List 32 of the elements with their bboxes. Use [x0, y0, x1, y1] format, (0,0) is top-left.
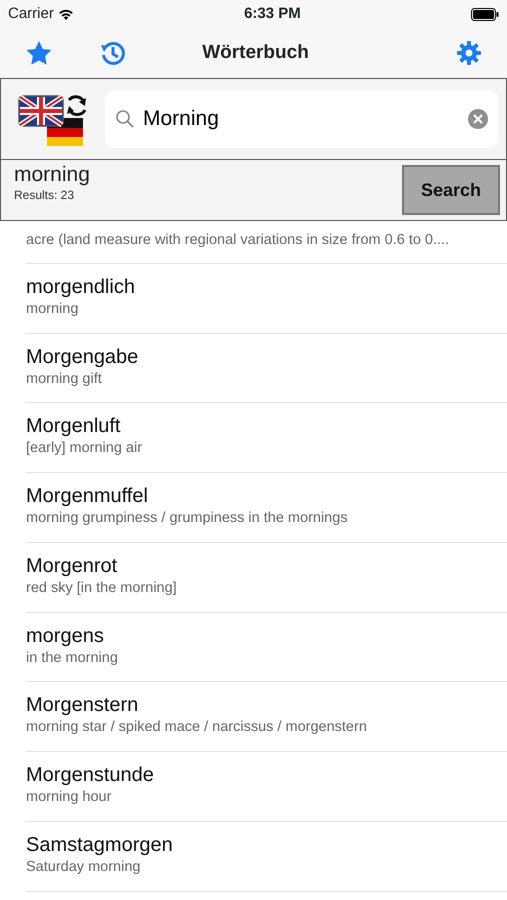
- entry-translation: acre (land measure with regional variations in size from 0.6 to 0....: [26, 231, 450, 250]
- entry-translation: morning gift: [26, 370, 102, 388]
- entry-translation: morning: [26, 300, 78, 319]
- entry-translation: in the morning: [26, 648, 118, 668]
- search-field[interactable]: Morning: [105, 90, 498, 148]
- search-icon: [115, 109, 135, 129]
- entry-translation: [early] morning air: [26, 439, 142, 458]
- entry-word: morgens: [26, 624, 104, 648]
- history-icon[interactable]: [100, 40, 126, 66]
- clear-icon[interactable]: [468, 109, 488, 129]
- entry-word: Morgenrot: [26, 554, 118, 578]
- entry-translation: morning hour: [26, 788, 112, 807]
- entry-word: morgendlich: [26, 274, 135, 299]
- entry-word: Morgenstern: [26, 693, 138, 718]
- entry-translation: morning star / spiked mace / narcissus / morgenstern: [26, 718, 367, 738]
- entry-translation: Saturday morning: [26, 858, 140, 877]
- wifi-icon: [58, 8, 74, 20]
- clock: 6:33 PM: [244, 4, 301, 24]
- entry-translation: morning grumpiness / grumpiness in the mornings: [26, 509, 348, 528]
- entry-word: Morgenstunde: [26, 763, 154, 787]
- nav-title: Wörterbuch: [202, 42, 309, 63]
- entry-translation: red sky [in the morning]: [26, 578, 177, 598]
- query-text: morning: [14, 164, 90, 186]
- entry-word: Samstagmorgen: [26, 832, 173, 857]
- entry-word: Morgenluft: [26, 414, 120, 438]
- search-button[interactable]: Search: [402, 165, 500, 215]
- carrier-label: Carrier: [8, 4, 54, 24]
- entry-word: Morgenmuffel: [26, 484, 148, 508]
- battery-icon: [470, 8, 499, 20]
- entry-word: Morgengabe: [26, 344, 138, 368]
- results-count: Results: 23: [14, 187, 74, 204]
- favorites-star-icon[interactable]: [26, 40, 52, 66]
